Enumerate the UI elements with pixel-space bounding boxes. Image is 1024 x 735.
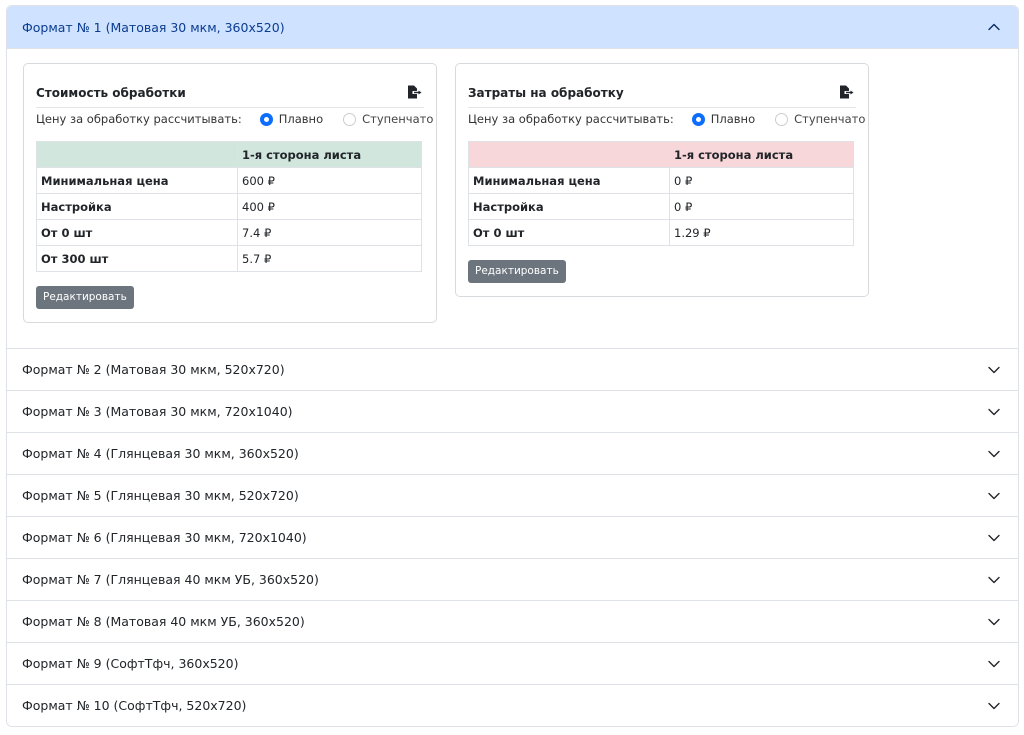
- cost-table: 1-я сторона листа Минимальная цена 600 ₽…: [36, 141, 422, 272]
- accordion-title: Формат № 9 (СофтТфч, 360x520): [22, 656, 239, 671]
- table-header-row: 1-я сторона листа: [36, 141, 422, 168]
- accordion-header-format-1[interactable]: Формат № 1 (Матовая 30 мкм, 360x520): [7, 6, 1018, 48]
- chevron-down-icon[interactable]: [986, 404, 1002, 420]
- radio-unselected-indicator[interactable]: [343, 112, 357, 126]
- row-label: Минимальная цена: [36, 167, 238, 194]
- accordion-title: Формат № 8 (Матовая 40 мкм УБ, 360x520): [22, 614, 305, 629]
- radio-selected-indicator[interactable]: [691, 112, 705, 126]
- price-mode-row: Цену за обработку рассчитывать: Плавно С…: [36, 108, 433, 130]
- card-header: Затраты на обработку: [468, 64, 856, 108]
- card-title: Стоимость обработки: [36, 86, 186, 100]
- accordion-title: Формат № 2 (Матовая 30 мкм, 520x720): [22, 362, 285, 377]
- edit-cost-button[interactable]: Редактировать: [36, 286, 134, 309]
- price-mode-row: Цену за обработку рассчитывать: Плавно С…: [468, 108, 865, 130]
- row-label: Настройка: [36, 193, 238, 220]
- accordion-title: Формат № 10 (СофтТфч, 520x720): [22, 698, 247, 713]
- accordion-title: Формат № 3 (Матовая 30 мкм, 720x1040): [22, 404, 293, 419]
- radio-stepped[interactable]: Ступенчато: [775, 112, 865, 126]
- price-mode-label: Цену за обработку рассчитывать:: [468, 112, 674, 126]
- edit-expense-button[interactable]: Редактировать: [468, 260, 566, 283]
- formats-accordion: Формат № 1 (Матовая 30 мкм, 360x520) Сто…: [6, 5, 1019, 727]
- accordion-title: Формат № 6 (Глянцевая 30 мкм, 720x1040): [22, 530, 307, 545]
- radio-smooth[interactable]: Плавно: [259, 112, 324, 126]
- row-label: От 0 шт: [468, 219, 670, 246]
- card-header: Стоимость обработки: [36, 64, 424, 108]
- chevron-down-icon[interactable]: [986, 614, 1002, 630]
- processing-expense-card: Затраты на обработку Цену за обработку р…: [455, 63, 869, 297]
- table-row: От 300 шт 5.7 ₽: [36, 245, 422, 272]
- chevron-down-icon[interactable]: [986, 698, 1002, 714]
- file-export-icon[interactable]: [406, 84, 422, 100]
- accordion-title: Формат № 7 (Глянцевая 40 мкм УБ, 360x520…: [22, 572, 319, 587]
- accordion-header-format-5[interactable]: Формат № 5 (Глянцевая 30 мкм, 520x720): [7, 474, 1018, 516]
- radio-label: Ступенчато: [794, 112, 866, 126]
- accordion-body-format-1: Стоимость обработки Цену за обработку ра…: [7, 48, 1018, 348]
- radio-unselected-indicator[interactable]: [775, 112, 789, 126]
- row-value: 400 ₽: [237, 193, 422, 220]
- header-empty-cell: [36, 141, 238, 168]
- chevron-up-icon[interactable]: [986, 19, 1002, 35]
- accordion-header-format-7[interactable]: Формат № 7 (Глянцевая 40 мкм УБ, 360x520…: [7, 558, 1018, 600]
- chevron-down-icon[interactable]: [986, 488, 1002, 504]
- header-empty-cell: [468, 141, 670, 168]
- accordion-title: Формат № 1 (Матовая 30 мкм, 360x520): [22, 19, 285, 35]
- radio-smooth[interactable]: Плавно: [691, 112, 756, 126]
- accordion-header-format-10[interactable]: Формат № 10 (СофтТфч, 520x720): [7, 684, 1018, 726]
- accordion-header-format-3[interactable]: Формат № 3 (Матовая 30 мкм, 720x1040): [7, 390, 1018, 432]
- radio-stepped[interactable]: Ступенчато: [343, 112, 433, 126]
- accordion-title: Формат № 4 (Глянцевая 30 мкм, 360x520): [22, 446, 299, 461]
- table-row: Минимальная цена 600 ₽: [36, 167, 422, 194]
- chevron-down-icon[interactable]: [986, 446, 1002, 462]
- table-row: От 0 шт 1.29 ₽: [468, 219, 854, 246]
- chevron-down-icon[interactable]: [986, 530, 1002, 546]
- row-label: От 0 шт: [36, 219, 238, 246]
- accordion-header-format-8[interactable]: Формат № 8 (Матовая 40 мкм УБ, 360x520): [7, 600, 1018, 642]
- row-value: 7.4 ₽: [237, 219, 422, 246]
- table-row: Настройка 400 ₽: [36, 193, 422, 220]
- table-row: Настройка 0 ₽: [468, 193, 854, 220]
- radio-label: Плавно: [710, 112, 756, 126]
- row-label: Настройка: [468, 193, 670, 220]
- radio-label: Ступенчато: [362, 112, 434, 126]
- chevron-down-icon[interactable]: [986, 362, 1002, 378]
- row-value: 0 ₽: [669, 167, 854, 194]
- accordion-header-format-6[interactable]: Формат № 6 (Глянцевая 30 мкм, 720x1040): [7, 516, 1018, 558]
- file-export-icon[interactable]: [838, 84, 854, 100]
- price-mode-label: Цену за обработку рассчитывать:: [36, 112, 242, 126]
- table-row: От 0 шт 7.4 ₽: [36, 219, 422, 246]
- row-value: 0 ₽: [669, 193, 854, 220]
- accordion-title: Формат № 5 (Глянцевая 30 мкм, 520x720): [22, 488, 299, 503]
- table-header-row: 1-я сторона листа: [468, 141, 854, 168]
- radio-selected-indicator[interactable]: [259, 112, 273, 126]
- card-title: Затраты на обработку: [468, 86, 624, 100]
- table-row: Минимальная цена 0 ₽: [468, 167, 854, 194]
- row-value: 1.29 ₽: [669, 219, 854, 246]
- radio-label: Плавно: [278, 112, 324, 126]
- row-label: Минимальная цена: [468, 167, 670, 194]
- row-label: От 300 шт: [36, 245, 238, 272]
- processing-cost-card: Стоимость обработки Цену за обработку ра…: [23, 63, 437, 323]
- chevron-down-icon[interactable]: [986, 572, 1002, 588]
- header-cell: 1-я сторона листа: [237, 141, 422, 168]
- accordion-header-format-2[interactable]: Формат № 2 (Матовая 30 мкм, 520x720): [7, 348, 1018, 390]
- chevron-down-icon[interactable]: [986, 656, 1002, 672]
- accordion-header-format-4[interactable]: Формат № 4 (Глянцевая 30 мкм, 360x520): [7, 432, 1018, 474]
- expense-table: 1-я сторона листа Минимальная цена 0 ₽ Н…: [468, 141, 854, 246]
- header-cell: 1-я сторона листа: [669, 141, 854, 168]
- accordion-header-format-9[interactable]: Формат № 9 (СофтТфч, 360x520): [7, 642, 1018, 684]
- row-value: 600 ₽: [237, 167, 422, 194]
- row-value: 5.7 ₽: [237, 245, 422, 272]
